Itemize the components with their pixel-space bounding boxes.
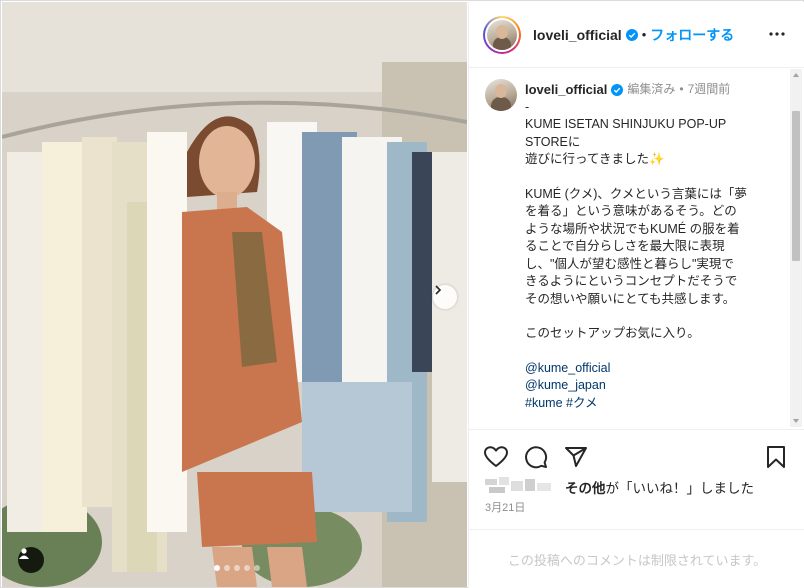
carousel-dot <box>244 565 250 571</box>
likes-others[interactable]: その他 <box>565 477 606 497</box>
verified-icon <box>625 28 638 41</box>
edited-label: 編集済み <box>627 82 676 96</box>
more-options-button[interactable] <box>767 24 787 44</box>
hashtag-link[interactable]: #クメ <box>566 396 597 410</box>
bookmark-icon <box>767 446 785 468</box>
caption-line: KUMÉ (クメ)、クメという言葉には「夢 <box>525 186 747 201</box>
caption-line: ることで自分らしさを最大限に表現 <box>525 239 725 253</box>
scroll-up-arrow[interactable] <box>793 73 799 77</box>
header-username[interactable]: loveli_official <box>533 27 622 43</box>
caption-line: きるようにというコンセプトだそうで <box>525 274 738 288</box>
caption-username[interactable]: loveli_official <box>525 81 607 99</box>
share-button[interactable] <box>563 444 589 470</box>
heart-icon <box>484 446 508 467</box>
like-button[interactable] <box>483 444 509 470</box>
post-date[interactable]: 3月21日 <box>485 499 525 515</box>
liker-avatar-pixelated[interactable] <box>485 477 555 497</box>
scroll-thumb[interactable] <box>792 111 800 261</box>
caption-line: ような場所や状況でもKUMÉ の服を着 <box>525 221 740 236</box>
story-ring[interactable] <box>483 15 521 54</box>
post-photo[interactable] <box>2 2 467 587</box>
comment-icon <box>525 446 548 469</box>
caption-line: 遊びに行ってきました✨ <box>525 152 665 166</box>
follow-button[interactable]: フォローする <box>650 25 734 45</box>
caption-scrollbar[interactable] <box>790 69 802 427</box>
likes-summary: その他 が「いいね！」しました <box>485 477 754 497</box>
next-photo-button[interactable] <box>433 285 457 309</box>
mention-link[interactable]: @kume_japan <box>525 377 783 395</box>
caption-line: を着る」という意味があるそう。どの <box>525 204 737 218</box>
comment-button[interactable] <box>523 444 549 470</box>
caption-line: このセットアップお気に入り。 <box>525 326 700 340</box>
share-icon <box>565 447 587 467</box>
post-header: loveli_official • フォローする <box>469 2 804 68</box>
caption-body: loveli_official 編集済み • 7週間前 - KUME ISETA… <box>525 81 783 412</box>
mention-link[interactable]: @kume_official <box>525 360 783 378</box>
post-side-panel: loveli_official • フォローする loveli_official <box>468 2 804 588</box>
carousel-dot <box>224 565 230 571</box>
likes-suffix: が「いいね！」しました <box>605 481 755 496</box>
caption-line: し、"個人が望む感性と暮らし"実現で <box>525 256 734 271</box>
carousel-dot <box>254 565 260 571</box>
caption-line: - <box>525 99 530 114</box>
avatar <box>487 19 517 50</box>
separator-dot: • <box>641 27 647 42</box>
action-section: その他 が「いいね！」しました 3月21日 <box>469 429 804 529</box>
carousel-indicator <box>214 565 260 571</box>
verified-icon <box>611 83 624 96</box>
post-time[interactable]: 7週間前 <box>688 81 731 99</box>
user-tag-icon <box>19 548 29 559</box>
user-tag-button[interactable] <box>18 547 44 573</box>
separator-dot: • <box>679 82 684 96</box>
comments-disabled-notice: この投稿へのコメントは制限されています。 <box>469 529 804 588</box>
chevron-right-icon <box>435 285 442 295</box>
photo-illustration <box>2 2 467 587</box>
avatar[interactable] <box>485 79 517 111</box>
carousel-dot <box>214 565 220 571</box>
more-icon <box>769 32 785 36</box>
caption-line: STOREに <box>525 134 581 149</box>
caption-section: loveli_official 編集済み • 7週間前 - KUME ISETA… <box>469 69 804 429</box>
hashtag-link[interactable]: #kume <box>525 396 563 410</box>
post-modal: loveli_official • フォローする loveli_official <box>0 0 804 588</box>
save-button[interactable] <box>763 444 789 470</box>
caption-line: KUME ISETAN SHINJUKU POP-UP <box>525 117 727 131</box>
scroll-down-arrow[interactable] <box>793 419 799 423</box>
caption-line: その想いや願いにとても共感します。 <box>525 291 736 306</box>
carousel-dot <box>234 565 240 571</box>
